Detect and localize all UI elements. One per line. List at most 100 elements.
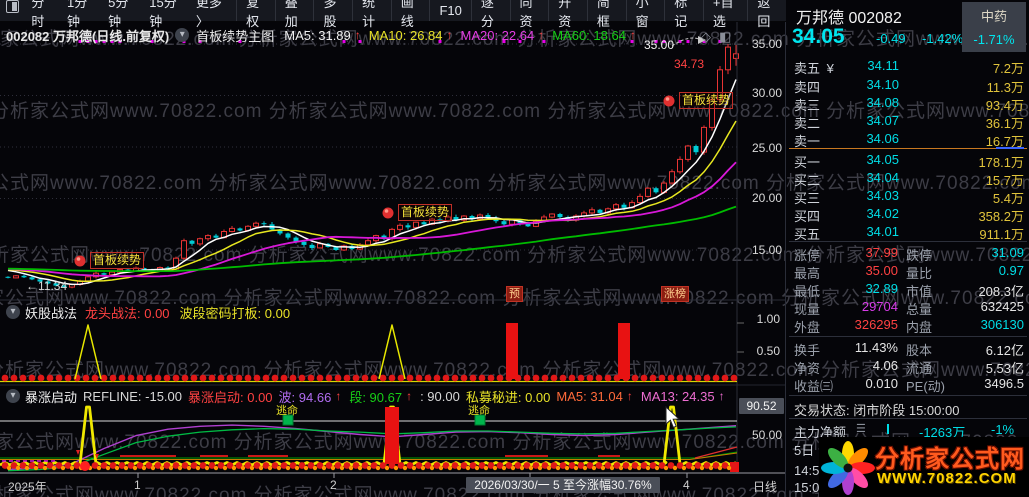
sell2-price[interactable]: 34.07 [826,113,899,128]
stat-value: 306130 [980,317,1024,332]
buy3-row[interactable]: 买三 34.03 5.4万 [786,188,1029,206]
chevron-down-icon[interactable]: ▾ [175,28,190,42]
menu-item-smallwindow[interactable]: 小窗 [625,0,665,29]
period-tab-daily[interactable]: 日线 [746,478,784,495]
buy3-price[interactable]: 34.03 [826,188,899,203]
sell4-volume: 11.3万 [986,80,1024,95]
sell5-row[interactable]: 卖五 ¥ 34.11 7.2万 [786,58,1029,76]
stat-value: 32.89 [865,281,898,296]
buy2-label: 买二 [794,173,821,188]
panel2-title[interactable]: 妖股战法 [25,303,77,322]
buy4-row[interactable]: 买四 34.02 358.2万 [786,206,1029,224]
stat-value: 35.00 [865,263,898,278]
menu-item-stats[interactable]: 统计 [352,0,391,29]
trading-app-window: 分析家公式网www.70822.com 分析家公式网www.70822.com … [0,0,1029,497]
buy1-row[interactable]: 买一 34.05 178.1万 [786,152,1029,170]
flower-logo-icon [821,441,875,495]
menu-item-drawline[interactable]: 画线 [390,0,430,29]
sell3-row[interactable]: 卖三 34.08 93.4万 [786,95,1029,113]
ma20-up-arrow-icon: ↑ [538,28,545,42]
menu-item-fuquan[interactable]: 复权 [236,0,275,29]
panel2-boduan-value: 波段密码打板: 0.00 [179,305,291,321]
buy5-row[interactable]: 买五 34.01 911.1万 [786,224,1029,242]
site-logo: 分析家公式网 WWW.70822.COM [819,437,1029,497]
window-layout-icon[interactable] [6,0,20,13]
buy2-price[interactable]: 34.04 [826,170,899,185]
ma5-up-arrow-icon: ↑ [354,28,361,42]
xaxis-4: 4 [683,478,690,492]
sell3-price[interactable]: 34.08 [826,95,899,110]
split-panel-icon[interactable]: ◧ [719,29,731,45]
menu-item-back[interactable]: 返回 [747,0,786,29]
buy5-price[interactable]: 34.01 [826,224,899,239]
sell3-volume: 93.4万 [985,98,1024,113]
panel2-scale-05: 0.50 [756,344,780,358]
panel2-longtou-value: 龙头战法: 0.00 [85,305,170,321]
ma10-value: MA10: 26.84 [368,27,443,43]
menu-item-15min[interactable]: 15分钟 [141,0,188,29]
divider [789,418,1027,419]
menu-item-timeshare[interactable]: 分时 [23,0,59,29]
menu-item-5min[interactable]: 5分钟 [100,0,141,29]
main-net-pct: -1% [991,422,1015,437]
row-5day: 5日 [794,443,815,458]
stat-label: 流通 [906,361,933,376]
chevron-down-icon[interactable]: ▾ [6,305,20,319]
panel3-line4-value: : 90.00 [420,388,460,404]
sell5-price[interactable]: 34.11 [826,58,899,73]
low-price-marker: ←11.34 [26,279,68,293]
ma20-value: MA20: 22.64 [460,27,535,43]
ma10-up-arrow-icon: ↑ [446,28,453,42]
buy1-volume: 178.1万 [978,155,1024,170]
sell2-row[interactable]: 卖二 34.07 36.1万 [786,113,1029,131]
menu-item-multistock[interactable]: 多股 [313,0,352,29]
quote-panel: 万邦德 002082 中药 -1.71% 34.05 -0.49 -1.42% … [785,0,1029,497]
menu-item-jiankuang[interactable]: 简框 [586,0,626,29]
divider [789,336,1027,337]
menu-item-more[interactable]: 更多 〉 [188,0,236,29]
stat-label: 现量 [794,302,821,317]
panel3-scale-50: 50.00 [751,428,782,442]
menu-item-zhufen[interactable]: 逐分 [470,0,510,29]
stat-value: 208.3亿 [978,284,1024,299]
signal-label-2: 首板续势 [398,204,453,221]
panel2-scale-1: 1.00 [756,312,780,326]
ma60-up-arrow-icon: ↑ [629,28,636,42]
buy4-price[interactable]: 34.02 [826,206,899,221]
sell5-volume: 7.2万 [992,61,1024,76]
stats-row: 现量 29704 总量 632425 [786,299,1029,317]
sell1-price[interactable]: 34.06 [826,131,899,146]
industry-label[interactable]: 中药 [962,6,1026,25]
stat-label: 总量 [906,302,933,317]
scale-30: 30.00 [751,86,782,100]
duan-up-arrow-icon: ↑ [406,389,413,403]
row-time1: 14:5 [794,463,820,478]
buy1-price[interactable]: 34.05 [826,152,899,167]
panel3-title[interactable]: 暴涨启动 [25,387,77,406]
menu-item-mark[interactable]: 标记 [664,0,703,29]
chevron-down-icon[interactable]: ▾ [6,389,20,403]
menu-item-tongzi[interactable]: 同资 [509,0,549,29]
signal-label-3: 首板续势 [679,92,734,109]
menu-item-kaizi[interactable]: 开资 [548,0,587,29]
divider [789,395,1027,396]
panel3-header: ▾ 暴涨启动 REFLINE: -15.00 暴涨启动: 0.00 波: 94.… [6,387,733,406]
stat-value: 3496.5 [984,376,1024,391]
menu-item-add-watchlist[interactable]: +自选 [702,0,747,29]
menu-item-1min[interactable]: 1分钟 [59,0,100,29]
panel3-refline: REFLINE: -15.00 [83,388,183,404]
sell4-row[interactable]: 卖四 34.10 11.3万 [786,77,1029,95]
menu-item-f10[interactable]: F10 [429,0,470,21]
logo-text: 分析家公式网 [875,446,1025,473]
sell5-label: 卖五 [794,61,821,76]
industry-box[interactable]: 中药 -1.71% [962,2,1026,52]
stats-row: 净资 4.06 流通 5.53亿 [786,358,1029,376]
buy2-row[interactable]: 买二 34.04 15.7万 [786,170,1029,188]
stats-row: 最高 35.00 量比 0.97 [786,263,1029,281]
sell4-price[interactable]: 34.10 [826,77,899,92]
menu-item-overlay[interactable]: 叠加 [274,0,314,29]
diamond-icon[interactable]: ◇ [701,29,711,45]
sell1-row[interactable]: 卖一 34.06 16.7万 [786,131,1029,149]
list-icon[interactable]: ☰ [856,422,866,435]
buy4-label: 买四 [794,209,821,224]
